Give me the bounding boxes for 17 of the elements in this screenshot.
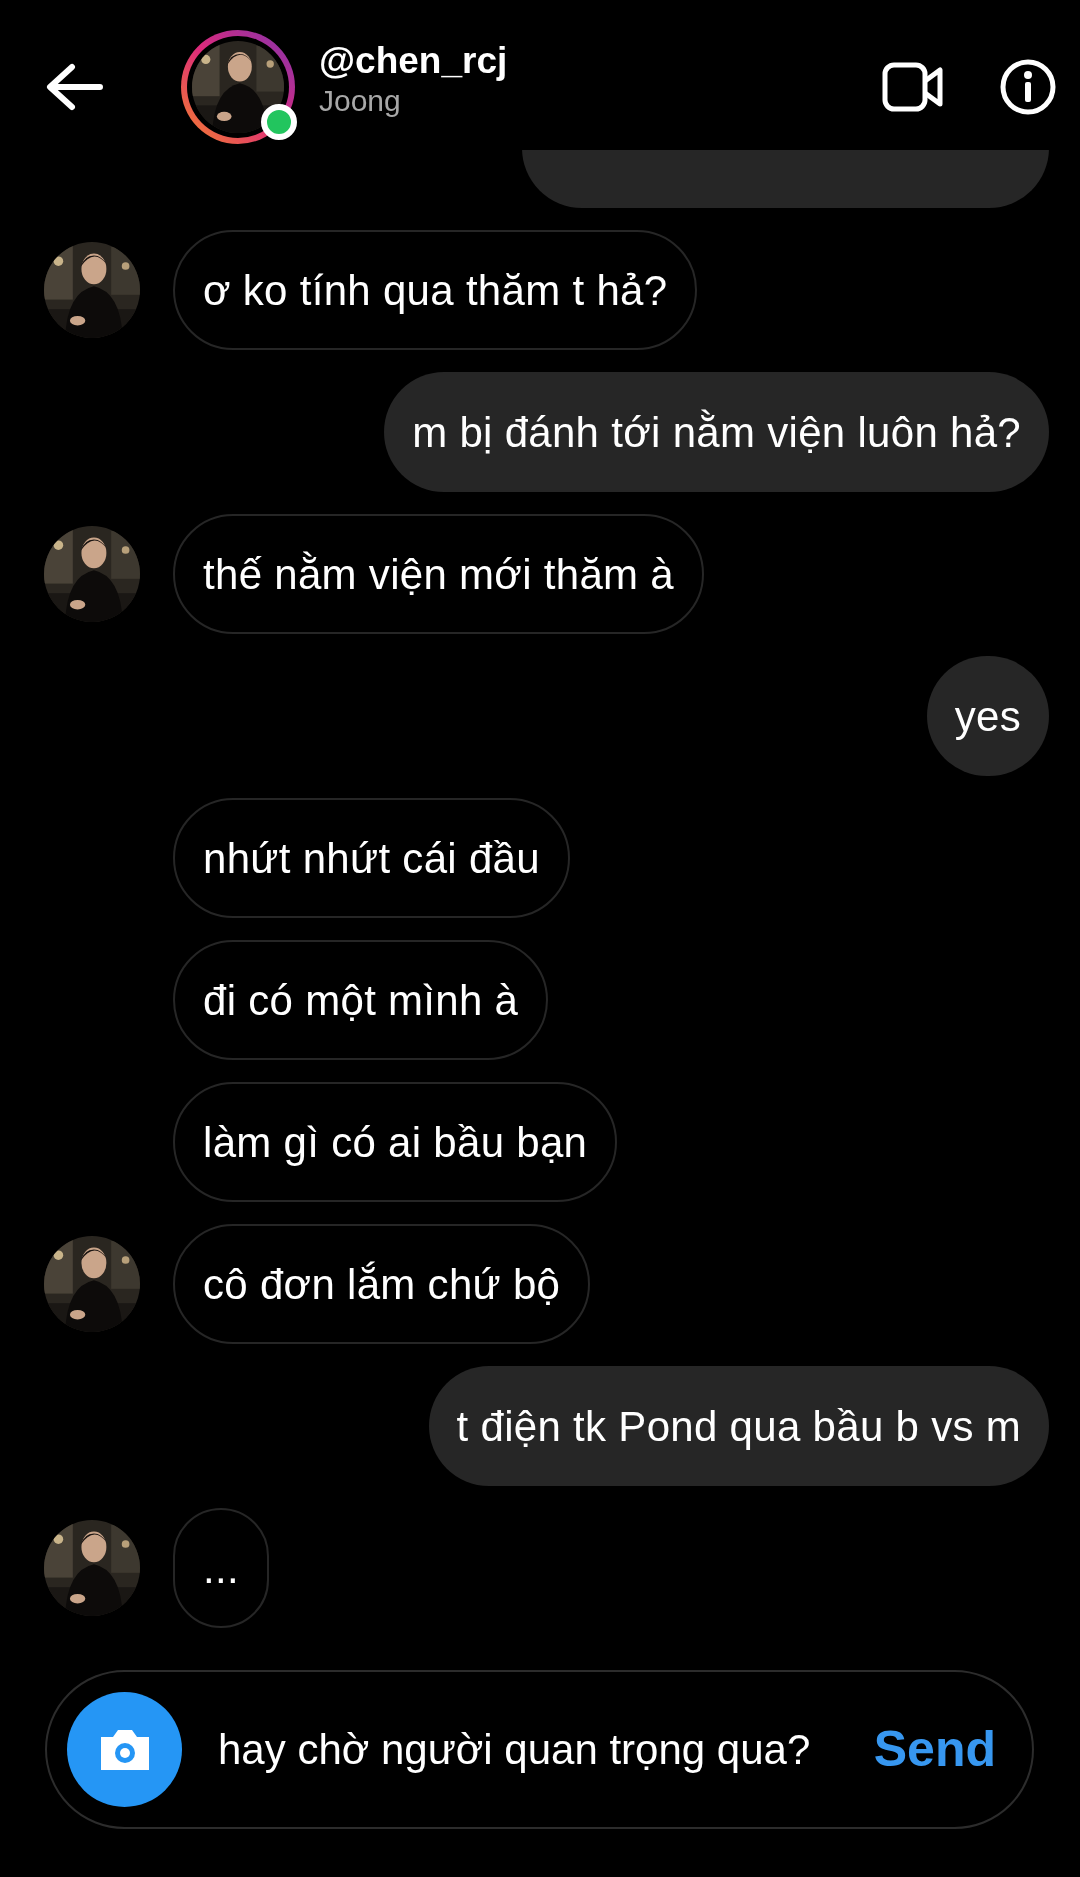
message-bubble: m bị đánh tới nằm viện luôn hả?: [384, 372, 1049, 492]
message-bubble: đi có một mình à: [173, 940, 549, 1060]
message-bubble: yes: [926, 656, 1049, 776]
message-bubble: thế nằm viện mới thăm à: [173, 514, 704, 634]
back-icon[interactable]: [44, 63, 106, 111]
display-name: Joong: [319, 82, 402, 119]
username: @chen_rcj: [319, 40, 508, 83]
message-bubble: làm gì có ai bầu bạn: [173, 1082, 618, 1202]
message-bubble: nhứt nhứt cái đầu: [173, 798, 570, 918]
send-button[interactable]: Send: [873, 1712, 996, 1787]
message-bubble: cô đơn lắm chứ bộ: [173, 1224, 591, 1344]
message-bubble: ...: [173, 1508, 269, 1628]
message-field[interactable]: hay chờ người quan trọng qua? Send: [45, 1670, 1034, 1829]
message-bubble: t điện tk Pond qua bầu b vs m: [428, 1366, 1049, 1486]
video-camera-icon[interactable]: [882, 62, 944, 112]
info-icon[interactable]: [1000, 59, 1056, 115]
message-bubble: ơ ko tính qua thăm t hả?: [173, 230, 698, 350]
